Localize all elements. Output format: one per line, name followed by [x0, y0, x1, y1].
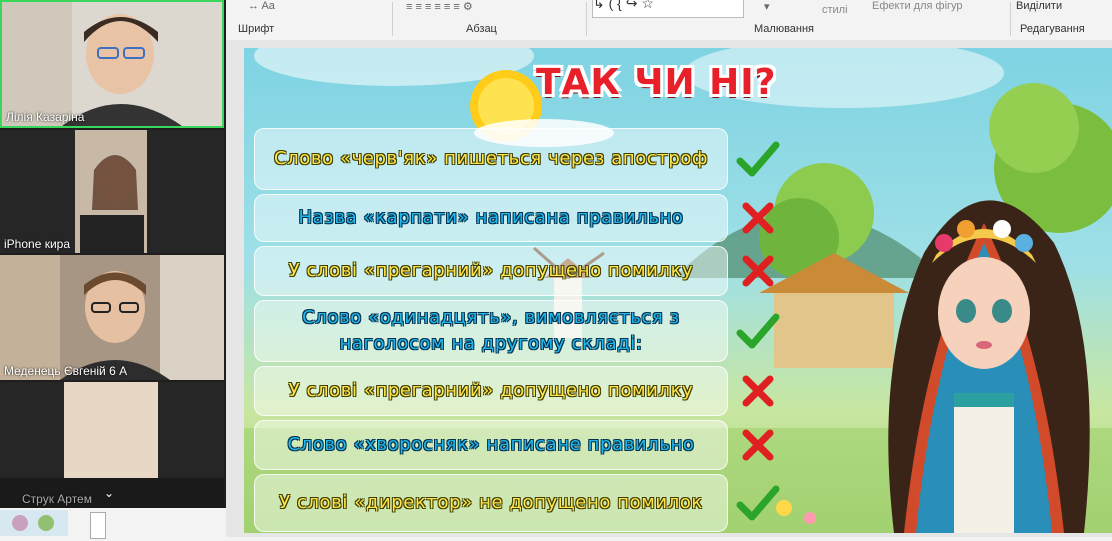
slide-title: ТАК ЧИ НІ?: [536, 62, 777, 103]
check-icon: [736, 485, 780, 521]
statement-text: Назва «карпати» написана правильно: [298, 207, 684, 228]
statement-text: Слово «хворосняк» написане правильно: [287, 434, 695, 455]
participant-video-2[interactable]: iPhone кира: [0, 130, 224, 253]
statement-text: Слово «одинадцять», вимовляється з нагол…: [302, 307, 680, 354]
statement-text: Слово «черв'як» пишеться через апостроф: [273, 148, 709, 169]
ribbon-group-editing: Редагування: [1020, 23, 1085, 35]
ribbon-group-paragraph: Абзац: [466, 23, 497, 35]
participant-face-1: [2, 2, 222, 126]
participant-face-2: [0, 130, 224, 253]
ribbon-group-font: Шрифт: [238, 23, 275, 35]
font-size-arrows-icon[interactable]: ↔ Aa: [248, 0, 275, 12]
select-button[interactable]: Виділити: [1016, 0, 1062, 12]
participant-name: Меденець Євгеній 6 А: [4, 364, 128, 378]
statement-text: У слові «директор» не допущено помилок: [279, 492, 703, 513]
ribbon-group-drawing: Малювання: [754, 23, 815, 35]
check-icon: [736, 141, 780, 177]
statement-text: У слові «прегарний» допущено помилку: [288, 260, 694, 281]
participant-name: Струк Артем: [22, 492, 92, 506]
paragraph-align-icon[interactable]: ≡ ≡ ≡ ≡ ≡ ≡ ⚙: [406, 0, 473, 13]
check-icon: [736, 313, 780, 349]
styles-button[interactable]: стилі: [822, 4, 848, 16]
participant-video-4[interactable]: Струк Артем ⌄: [0, 382, 224, 508]
statement-text: У слові «прегарний» допущено помилку: [288, 380, 694, 401]
participant-name: Лілія Казаріна: [6, 110, 85, 124]
shape-effects-button[interactable]: Ефекти для фігур: [872, 0, 963, 12]
cross-icon: [742, 255, 774, 287]
thumbnail-icon[interactable]: [0, 508, 70, 537]
statement-row[interactable]: У слові «прегарний» допущено помилку: [254, 366, 728, 416]
statement-row[interactable]: Слово «хворосняк» написане правильно: [254, 420, 728, 470]
participant-name: iPhone кира: [4, 237, 70, 251]
video-strip: Лілія Казаріна iPhone кира Меденець Євге…: [0, 0, 226, 539]
girl-illustration: [888, 200, 1090, 533]
statement-row[interactable]: У слові «прегарний» допущено помилку: [254, 246, 728, 296]
shapes-dropdown-icon[interactable]: ▾: [764, 0, 770, 13]
cross-icon: [742, 202, 774, 234]
cross-icon: [742, 429, 774, 461]
statement-row[interactable]: У слові «директор» не допущено помилок: [254, 474, 728, 532]
cross-icon: [742, 375, 774, 407]
slide-editor: ТАК ЧИ НІ? Слово «черв'як» пишеться чере…: [226, 40, 1112, 537]
shapes-gallery[interactable]: ↳ ( { ↪ ☆: [592, 0, 744, 18]
participant-face-3: [0, 255, 224, 380]
statement-row[interactable]: Слово «одинадцять», вимовляється з нагол…: [254, 300, 728, 362]
ribbon: ↔ Aa Шрифт ≡ ≡ ≡ ≡ ≡ ≡ ⚙ Абзац ↳ ( { ↪ ☆…: [226, 0, 1112, 41]
chevron-down-icon[interactable]: ⌄: [104, 486, 114, 500]
participant-video-1[interactable]: Лілія Казаріна: [0, 0, 224, 128]
participant-video-3[interactable]: Меденець Євгеній 6 А: [0, 255, 224, 380]
statement-row[interactable]: Слово «черв'як» пишеться через апостроф: [254, 128, 728, 190]
slide[interactable]: ТАК ЧИ НІ? Слово «черв'як» пишеться чере…: [244, 48, 1112, 533]
statement-row[interactable]: Назва «карпати» написана правильно: [254, 194, 728, 242]
bottom-bar: [0, 508, 226, 539]
scrollbar[interactable]: [90, 512, 106, 539]
